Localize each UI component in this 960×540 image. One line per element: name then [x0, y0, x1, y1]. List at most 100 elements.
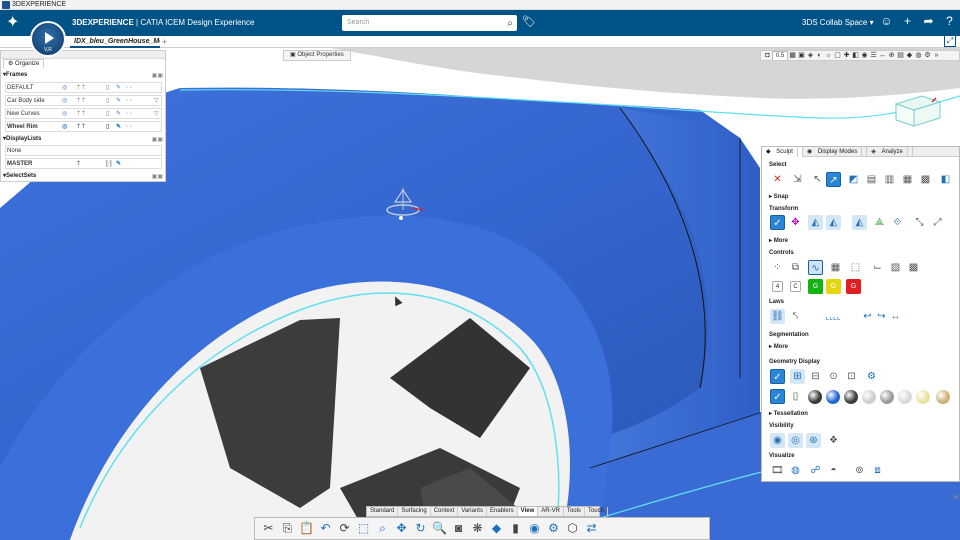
section-controls-icon[interactable]: ▣▣ — [152, 136, 163, 145]
select-rows-icon[interactable]: ▦ — [900, 172, 915, 187]
more-icon[interactable]: » — [932, 51, 941, 60]
frame-tools-icon[interactable]: ⇡⇡ — [76, 109, 86, 118]
visibility-icon[interactable]: ◉ — [860, 51, 869, 60]
clip-icon[interactable]: ◧ — [851, 51, 860, 60]
transform-plane-icon[interactable]: ◭ — [808, 215, 823, 230]
continuity-yellow-button[interactable]: G — [826, 279, 841, 294]
tab-sculpt[interactable]: ◆ Sculpt — [762, 147, 803, 157]
select-face-icon[interactable]: ◩ — [846, 172, 861, 187]
measure-icon[interactable]: ↔ — [878, 51, 887, 60]
frame-more-icon[interactable]: ◦ ◦ — [126, 122, 132, 131]
analysis-icon[interactable]: ◉ — [525, 518, 544, 539]
material-swatch[interactable] — [844, 390, 858, 404]
tab-display-modes[interactable]: ◉ Display Modes — [803, 147, 868, 157]
material-swatch[interactable] — [936, 390, 950, 404]
axis-icon[interactable]: ✚ — [842, 51, 851, 60]
undo-icon[interactable]: ↶ — [316, 518, 335, 539]
select-all-icon[interactable]: ▩ — [918, 172, 933, 187]
tab-enablers[interactable]: Enablers — [487, 507, 518, 516]
section-tessellation[interactable]: ▸ Tessellation — [769, 410, 808, 417]
fullscreen-icon[interactable]: ⤢ — [944, 35, 956, 47]
tab-variants[interactable]: Variants — [458, 507, 487, 516]
pan-icon[interactable]: ✥ — [392, 518, 411, 539]
laws-curve-2-icon[interactable]: ↪ — [874, 309, 889, 324]
deselect-icon[interactable]: ✕ — [770, 172, 785, 187]
layer-icon[interactable]: ☰ — [869, 51, 878, 60]
section-more-1[interactable]: ▸ More — [769, 237, 788, 244]
add-icon[interactable]: + — [897, 14, 918, 28]
visibility-show-icon[interactable]: ◉ — [770, 433, 785, 448]
controls-pattern-icon[interactable]: ▧ — [888, 260, 903, 275]
snap-view-icon[interactable]: ⊕ — [887, 51, 896, 60]
visualize-light-icon[interactable]: ◓ — [826, 463, 841, 478]
select-curve-icon[interactable]: ↗ — [826, 172, 841, 187]
frame-row[interactable]: Wheel Rim ◎ ⇡⇡ ▯ ✎ ◦ ◦ — [5, 121, 162, 132]
controls-region-icon[interactable]: ▩ — [906, 260, 921, 275]
controls-mesh-icon[interactable]: ⧉ — [788, 260, 803, 275]
controls-continuity-field[interactable]: C — [790, 281, 801, 292]
tab-view[interactable]: View — [517, 507, 539, 516]
displaylist-edit-icon[interactable]: ✎ — [116, 159, 121, 168]
tab-touch[interactable]: Touch — [585, 507, 608, 516]
resize-handle-icon[interactable]: ⇲ — [952, 492, 959, 501]
laws-link-icon[interactable]: ⛓ — [770, 309, 785, 324]
fit-icon[interactable]: ▣ — [797, 51, 806, 60]
displaylist-row[interactable]: MASTER ⇡ [∙] ✎ — [5, 158, 162, 169]
geometry-surface-icon[interactable]: ⊞ — [790, 369, 805, 384]
material-swatch[interactable] — [862, 390, 876, 404]
view-box-icon[interactable]: ◆ — [487, 518, 506, 539]
collab-space-selector[interactable]: 3DS Collab Space ▾ — [802, 18, 874, 27]
tab-analyze[interactable]: ◈ Analyze — [867, 147, 913, 157]
frame-tools-icon[interactable]: ⇡⇡ — [76, 96, 86, 105]
tab-ar-vr[interactable]: AR-VR — [538, 507, 564, 516]
new-tab-button[interactable]: + — [162, 36, 167, 48]
controls-point-icon[interactable]: ⁘ — [770, 260, 785, 275]
laws-break-icon[interactable]: ⤣ — [788, 309, 803, 324]
transform-move-icon[interactable]: ✥ — [788, 215, 803, 230]
visualize-film-icon[interactable]: 🎞 — [770, 463, 785, 478]
section-controls-icon[interactable]: ▣▣ — [152, 72, 163, 81]
capture-icon[interactable]: ◙ — [449, 518, 468, 539]
organize-tab[interactable]: ⚙ Organize — [3, 59, 45, 68]
select-box-icon[interactable]: ▤ — [864, 172, 879, 187]
frame-link-icon[interactable]: ◎ — [62, 83, 67, 92]
transform-reset-icon[interactable]: ⤢ — [930, 215, 945, 230]
material-swatch[interactable] — [916, 390, 930, 404]
material-cylinder-icon[interactable]: ▯ — [788, 389, 803, 404]
frame-row[interactable]: DEFAULT ◎ ⇡⇡ ▯ ✎ ◦ ◦ — [5, 82, 162, 93]
frame-more-icon[interactable]: ◦ ◦ — [126, 83, 132, 92]
continuity-green-button[interactable]: G — [808, 279, 823, 294]
laws-curve-1-icon[interactable]: ↩ — [860, 309, 875, 324]
paste-icon[interactable]: 📋 — [297, 518, 316, 539]
transform-rotate-icon[interactable]: ◭ — [826, 215, 841, 230]
document-tab[interactable]: IDX_bleu_GreenHouse_Mo — [70, 36, 160, 48]
controls-frame-icon[interactable]: ⬚ — [848, 260, 863, 275]
geometry-wire-icon[interactable]: ⊡ — [844, 369, 859, 384]
zoom-area-icon[interactable]: ⌕ — [373, 518, 392, 539]
frame-more-icon[interactable]: ◦ ◦ — [126, 109, 132, 118]
displaylist-lock-icon[interactable]: [∙] — [106, 159, 112, 168]
select-filter-icon[interactable]: ◧ — [938, 172, 953, 187]
frame-more-icon[interactable]: ◦ ◦ — [126, 96, 132, 105]
search-icon[interactable]: ⌕ — [507, 16, 513, 32]
manipulator-compass[interactable] — [385, 186, 425, 222]
section-snap-label[interactable]: ▸ Snap — [769, 193, 788, 200]
material-swatch[interactable] — [826, 390, 840, 404]
frame-filter-icon[interactable]: ▽ — [154, 109, 159, 118]
geometry-display-check-icon[interactable]: ✓ — [770, 369, 785, 384]
cut-icon[interactable]: ✂ — [259, 518, 278, 539]
select-grid-icon[interactable]: ▥ — [882, 172, 897, 187]
view-cube[interactable] — [892, 92, 944, 128]
zoom-value[interactable]: 0.5 — [772, 51, 788, 60]
select-pointer-icon[interactable]: ↖ — [810, 172, 825, 187]
displaylists-section[interactable]: ▾DisplayLists ▣▣ — [3, 135, 165, 144]
select-group-icon[interactable]: ⇲ — [790, 172, 805, 187]
frame-edit-icon[interactable]: ✎ — [116, 96, 121, 105]
zoom-icon[interactable]: 🔍 — [430, 518, 449, 539]
hex-icon[interactable]: ⬡ — [563, 518, 582, 539]
camera-icon[interactable]: ◘ — [763, 51, 772, 60]
geometry-curve-icon[interactable]: ⊟ — [808, 369, 823, 384]
transfer-icon[interactable]: ⇄ — [582, 518, 601, 539]
laws-range-icon[interactable]: ↔ — [888, 309, 903, 324]
ortho-icon[interactable]: ▢ — [833, 51, 842, 60]
